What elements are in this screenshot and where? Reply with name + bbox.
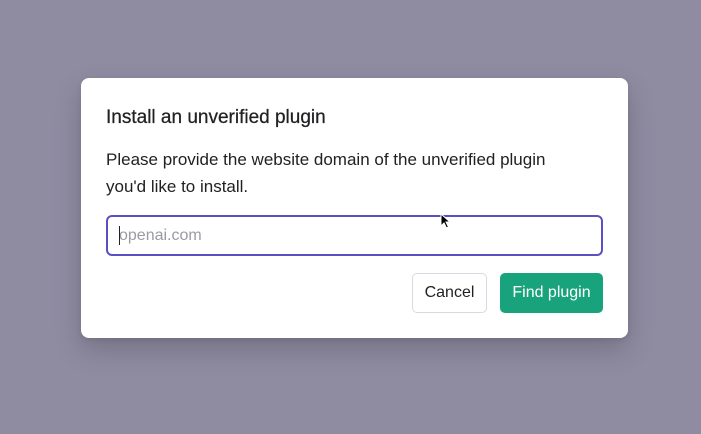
- dialog-title: Install an unverified plugin: [106, 107, 326, 128]
- dialog-description: Please provide the website domain of the…: [106, 150, 546, 196]
- text-caret: [119, 226, 120, 245]
- install-plugin-dialog: Install an unverified plugin Please prov…: [81, 78, 628, 338]
- find-plugin-button[interactable]: Find plugin: [500, 273, 603, 313]
- cancel-button[interactable]: Cancel: [412, 273, 487, 313]
- mouse-pointer-icon: [440, 213, 452, 229]
- plugin-domain-input[interactable]: [106, 215, 603, 256]
